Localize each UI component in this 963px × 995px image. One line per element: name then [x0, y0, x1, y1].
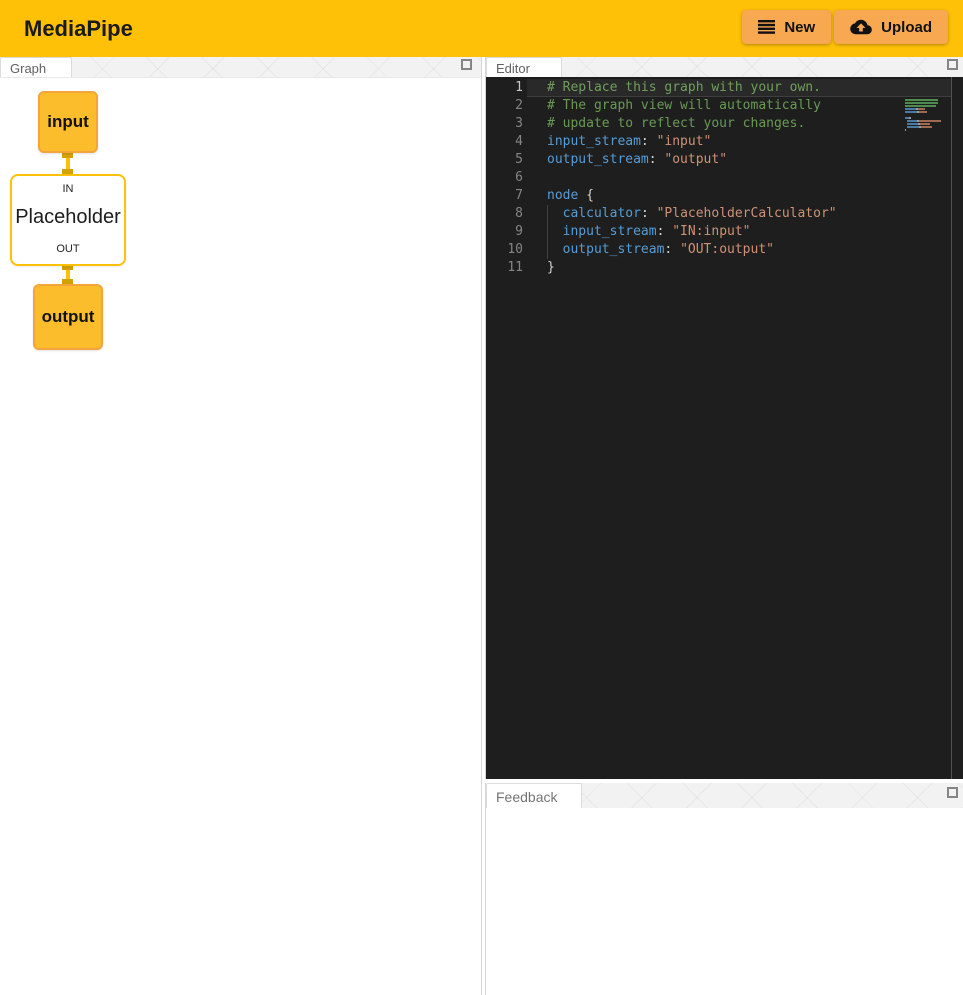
graph-panel-tabbar: Graph — [0, 57, 481, 77]
in-port-label: IN — [12, 183, 124, 195]
code-line: 6 — [486, 169, 963, 187]
app-header: MediaPipe New Upload — [0, 0, 963, 57]
tab-editor-label: Editor — [496, 61, 530, 76]
graph-panel: Graph input IN Placeholder OUT output — [0, 57, 482, 995]
line-number: 9 — [486, 223, 523, 241]
line-number: 6 — [486, 169, 523, 187]
code-line: 10 output_stream: "OUT:output" — [486, 241, 963, 259]
feedback-panel-tabbar: Feedback — [486, 783, 963, 808]
line-number: 3 — [486, 115, 523, 133]
code-line: 2 # The graph view will automatically — [486, 97, 963, 115]
code-line: 8 calculator: "PlaceholderCalculator" — [486, 205, 963, 223]
code-area[interactable]: 1 # Replace this graph with your own. 2 # T… — [486, 79, 963, 277]
code-text: # The graph view will automatically — [547, 97, 821, 115]
editor-maximize-icon[interactable] — [947, 59, 958, 70]
new-button[interactable]: New — [742, 10, 831, 44]
code-line: 9 input_stream: "IN:input" — [486, 223, 963, 241]
placeholder-calculator-node[interactable]: IN Placeholder OUT — [10, 174, 126, 266]
line-number: 4 — [486, 133, 523, 151]
code-line: 1 # Replace this graph with your own. — [486, 79, 963, 97]
editor-panel: Editor 1 # Replace this graph with your o… — [485, 57, 963, 779]
code-line: 3 # update to reflect your changes. — [486, 115, 963, 133]
code-text: # update to reflect your changes. — [547, 115, 805, 133]
code-line: 7 node { — [486, 187, 963, 205]
line-number: 8 — [486, 205, 523, 223]
out-port-label: OUT — [12, 243, 124, 255]
placeholder-node-label: Placeholder — [12, 206, 124, 229]
upload-button[interactable]: Upload — [834, 10, 948, 44]
output-node-label: output — [42, 307, 95, 327]
reorder-icon — [758, 20, 775, 34]
tab-feedback-label: Feedback — [496, 789, 557, 805]
code-text: input_stream: "input" — [547, 133, 711, 151]
tab-editor[interactable]: Editor — [486, 57, 562, 78]
output-stream-node[interactable]: output — [33, 284, 103, 350]
code-line: 11} — [486, 259, 963, 277]
input-stream-node[interactable]: input — [38, 91, 98, 153]
line-number: 1 — [486, 79, 523, 97]
feedback-maximize-icon[interactable] — [947, 787, 958, 798]
code-text: node { — [547, 187, 594, 205]
overview-ruler — [951, 77, 952, 779]
graph-maximize-icon[interactable] — [461, 59, 472, 70]
tab-feedback[interactable]: Feedback — [486, 783, 582, 809]
code-text: # Replace this graph with your own. — [547, 79, 821, 97]
line-number: 2 — [486, 97, 523, 115]
upload-button-label: Upload — [881, 19, 932, 36]
line-number: 5 — [486, 151, 523, 169]
tab-graph[interactable]: Graph — [0, 57, 72, 78]
code-text: output_stream: "OUT:output" — [547, 241, 774, 259]
editor-panel-tabbar: Editor — [486, 57, 963, 77]
header-actions: New Upload — [742, 10, 948, 44]
tab-graph-label: Graph — [10, 61, 46, 76]
code-text: calculator: "PlaceholderCalculator" — [547, 205, 837, 223]
new-button-label: New — [784, 19, 815, 36]
code-line: 5 output_stream: "output" — [486, 151, 963, 169]
graph-canvas[interactable]: input IN Placeholder OUT output — [0, 77, 481, 995]
code-text: output_stream: "output" — [547, 151, 727, 169]
cloud-upload-icon — [850, 18, 872, 36]
code-editor[interactable]: 1 # Replace this graph with your own. 2 # T… — [486, 77, 963, 779]
input-node-label: input — [47, 112, 89, 132]
line-number: 11 — [486, 259, 523, 277]
feedback-content — [486, 808, 963, 995]
code-line: 4 input_stream: "input" — [486, 133, 963, 151]
code-text: } — [547, 259, 555, 277]
line-number: 10 — [486, 241, 523, 259]
app-title: MediaPipe — [24, 16, 133, 42]
code-text: input_stream: "IN:input" — [547, 223, 751, 241]
line-number: 7 — [486, 187, 523, 205]
editor-minimap[interactable] — [905, 99, 945, 132]
feedback-panel: Feedback — [485, 783, 963, 995]
